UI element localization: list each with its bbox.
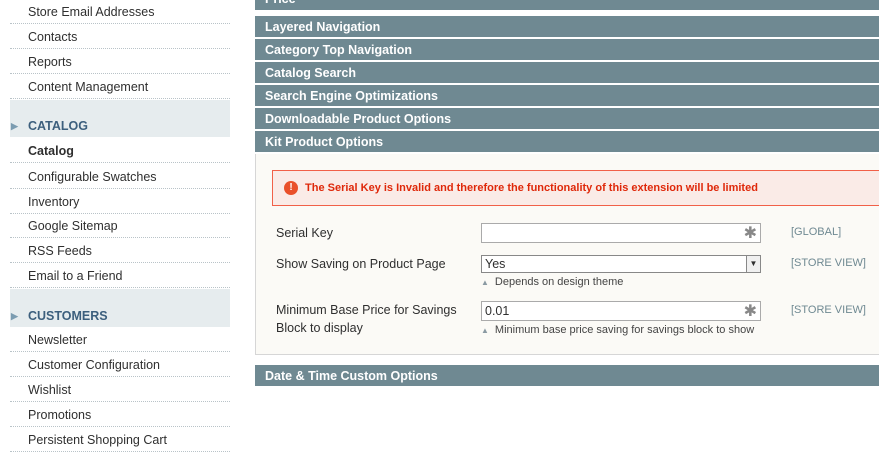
- sidebar-item-google-sitemap[interactable]: Google Sitemap: [10, 214, 230, 238]
- note-triangle-icon: ▲: [481, 326, 489, 335]
- min-price-label-line1: Minimum Base Price for Savings: [276, 303, 457, 317]
- kit-product-options-fieldset: ! The Serial Key is Invalid and therefor…: [255, 154, 879, 355]
- section-header-catalog-search[interactable]: Catalog Search: [255, 62, 879, 84]
- sidebar-item-catalog[interactable]: Catalog: [10, 139, 230, 163]
- show-saving-value: Yes: [485, 257, 506, 271]
- section-header-category-top-navigation[interactable]: Category Top Navigation: [255, 39, 879, 61]
- error-message: ! The Serial Key is Invalid and therefor…: [272, 170, 879, 206]
- sidebar-item-store-email-addresses[interactable]: Store Email Addresses: [10, 0, 230, 24]
- error-message-text: The Serial Key is Invalid and therefore …: [305, 182, 758, 194]
- sidebar-item-rss-feeds[interactable]: RSS Feeds: [10, 239, 230, 263]
- min-price-label: Minimum Base Price for Savings Block to …: [276, 301, 457, 337]
- config-main: Price Layered Navigation Category Top Na…: [255, 0, 879, 443]
- section-header-price[interactable]: Price: [255, 0, 879, 11]
- serial-key-label: Serial Key: [276, 226, 333, 240]
- sidebar-spacer: [10, 289, 230, 305]
- sidebar-item-content-management[interactable]: Content Management: [10, 75, 230, 99]
- sidebar: Store Email Addresses Contacts Reports C…: [10, 0, 230, 452]
- min-price-label-line2: Block to display: [276, 321, 363, 335]
- asterisk-icon: ✱: [743, 225, 757, 242]
- min-price-input[interactable]: 0.01 ✱: [481, 301, 761, 321]
- note-triangle-icon: ▲: [481, 278, 489, 287]
- sidebar-item-email-to-a-friend[interactable]: Email to a Friend: [10, 264, 230, 288]
- show-saving-label: Show Saving on Product Page: [276, 257, 446, 271]
- sidebar-item-promotions[interactable]: Promotions: [10, 403, 230, 427]
- section-header-search-engine-optimizations[interactable]: Search Engine Optimizations: [255, 85, 879, 107]
- asterisk-icon: ✱: [743, 303, 757, 320]
- sidebar-item-inventory[interactable]: Inventory: [10, 190, 230, 214]
- dropdown-arrow-icon: ▼: [746, 256, 760, 272]
- min-price-note-text: Minimum base price saving for savings bl…: [494, 324, 755, 336]
- section-arrow-icon: ▶: [11, 121, 18, 131]
- section-header-kit-product-options[interactable]: Kit Product Options: [255, 131, 879, 153]
- min-price-value: 0.01: [485, 304, 510, 318]
- serial-key-input[interactable]: ✱: [481, 223, 761, 243]
- section-arrow-icon: ▶: [11, 311, 18, 321]
- show-saving-note: ▲ Depends on design theme: [481, 275, 623, 290]
- sidebar-item-wishlist[interactable]: Wishlist: [10, 378, 230, 402]
- sidebar-heading-label: CATALOG: [28, 119, 88, 133]
- serial-key-scope: [GLOBAL]: [791, 226, 842, 238]
- min-price-scope: [STORE VIEW]: [791, 304, 866, 316]
- sidebar-heading-label: CUSTOMERS: [28, 309, 108, 323]
- sidebar-item-newsletter[interactable]: Newsletter: [10, 328, 230, 352]
- sidebar-heading-catalog[interactable]: ▶ CATALOG: [10, 115, 230, 137]
- sidebar-item-persistent-shopping-cart[interactable]: Persistent Shopping Cart: [10, 428, 230, 452]
- sidebar-item-contacts[interactable]: Contacts: [10, 25, 230, 49]
- show-saving-note-text: Depends on design theme: [494, 276, 624, 288]
- section-header-layered-navigation[interactable]: Layered Navigation: [255, 16, 879, 38]
- sidebar-spacer: [10, 100, 230, 115]
- section-header-date-time-custom-options[interactable]: Date & Time Custom Options: [255, 365, 879, 387]
- sidebar-item-reports[interactable]: Reports: [10, 50, 230, 74]
- show-saving-scope: [STORE VIEW]: [791, 257, 866, 269]
- error-icon: !: [284, 181, 298, 195]
- show-saving-select[interactable]: Yes ▼: [481, 255, 761, 273]
- sidebar-item-customer-configuration[interactable]: Customer Configuration: [10, 353, 230, 377]
- sidebar-item-configurable-swatches[interactable]: Configurable Swatches: [10, 165, 230, 189]
- section-header-downloadable-product-options[interactable]: Downloadable Product Options: [255, 108, 879, 130]
- min-price-note: ▲ Minimum base price saving for savings b…: [481, 323, 754, 338]
- sidebar-heading-customers[interactable]: ▶ CUSTOMERS: [10, 305, 230, 327]
